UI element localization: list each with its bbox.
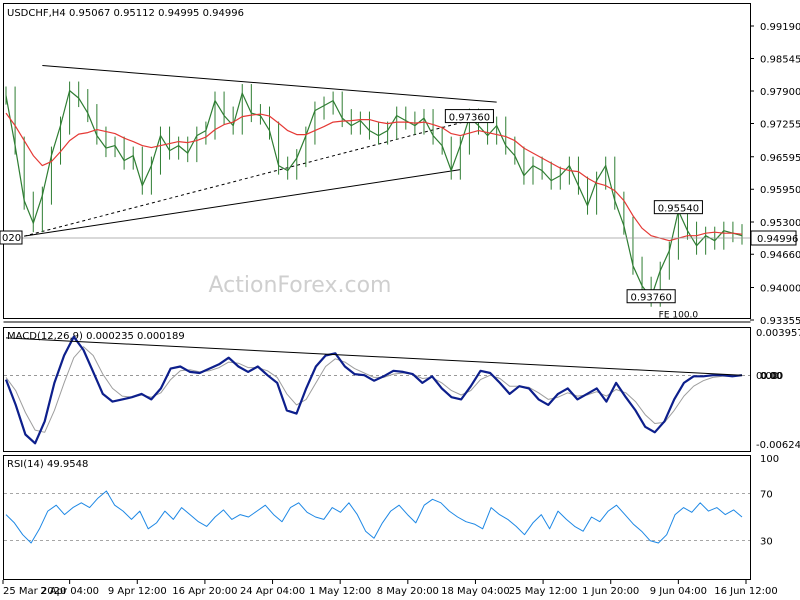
price-annotation-label: 0.97360: [449, 113, 490, 124]
rsi-y-tick-label: 70: [760, 489, 773, 500]
symbol-label: USDCHF,H4: [7, 8, 66, 19]
ma-line: [5, 112, 743, 242]
price-y-axis: 0.99190 0.98545 0.97900 0.97255 0.96595 0.959…: [750, 22, 800, 327]
price-annotation-label: 0.95540: [658, 204, 699, 215]
macd-y-tick-label: 0.003957: [756, 328, 800, 339]
ohlc-label: 0.95067 0.95112 0.94995 0.94996: [69, 8, 244, 19]
x-tick-label: 24 Apr 04:00: [240, 586, 305, 597]
macd-lines: [4, 335, 743, 445]
price-y-tick-label: 0.94000: [760, 284, 800, 295]
trendline: [24, 169, 461, 237]
price-y-tick-label: 0.96595: [760, 153, 800, 164]
rsi-title: RSI(14) 49.9548: [7, 459, 88, 470]
rsi-y-tick-label: 30: [760, 537, 773, 548]
trendline: [42, 65, 497, 103]
last-price-label: 0.94996: [757, 234, 798, 245]
price-y-tick-label: 0.99190: [760, 22, 800, 33]
price-y-tick-label: 0.98545: [760, 54, 800, 65]
price-trendlines: [24, 65, 497, 237]
price-y-tick-label: 0.94660: [760, 250, 800, 261]
price-annotations: 0.97360 0.95540 0.93760 FE 100.0: [444, 109, 703, 321]
x-tick-label: 2 Apr 04:00: [40, 586, 99, 597]
macd-title: MACD(12,26,9) 0.000235 0.000189: [7, 331, 185, 342]
watermark: ActionForex.com: [209, 273, 392, 298]
x-tick-label: 18 May 04:00: [441, 586, 510, 597]
macd-last-value: 0.00: [761, 371, 783, 382]
macd-trendline: [5, 337, 743, 376]
price-y-tick-label: 0.95950: [760, 185, 800, 196]
price-close-line: [5, 89, 743, 299]
x-axis: 25 Mar 20202 Apr 04:00 9 Apr 12:00 16 Apr …: [2, 580, 778, 597]
macd-panel-frame: [3, 327, 751, 452]
macd-main-line: [4, 335, 743, 445]
price-panel-frame: [3, 3, 751, 319]
price-y-tick-label: 0.97255: [760, 119, 800, 130]
rsi-lines: [5, 490, 743, 544]
x-tick-label: 16 Apr 20:00: [172, 586, 237, 597]
x-tick-label: 1 Jun 20:00: [582, 586, 639, 597]
x-tick-label: 16 Jun 12:00: [714, 586, 778, 597]
macd-signal-line: [5, 346, 743, 433]
x-tick-label: 9 Jun 04:00: [650, 586, 707, 597]
price-lines: [5, 89, 743, 299]
x-tick-label: 8 May 20:00: [377, 586, 439, 597]
rsi-line: [5, 490, 743, 544]
price-annotation-label: 0.93760: [630, 293, 671, 304]
rsi-y-axis: 100 70 30: [760, 454, 779, 548]
price-y-tick-label: 0.97900: [760, 87, 800, 98]
chart-svg: ActionForex.com USDCHF,H4 0.95067 0.9511…: [0, 3, 800, 597]
rsi-panel-frame: [3, 455, 751, 580]
rsi-y-tick-label: 100: [760, 454, 779, 465]
x-tick-label: 9 Apr 12:00: [108, 586, 167, 597]
x-tick-label: 25 May 12:00: [509, 586, 578, 597]
macd-y-axis: 0.0039570.00-0.0062480.000.00: [756, 328, 800, 451]
x-tick-label: 1 May 12:00: [309, 586, 371, 597]
left-price-label: 020: [2, 233, 21, 244]
price-y-tick-label: 0.95300: [760, 218, 800, 229]
price-annotation-label: FE 100.0: [659, 311, 699, 321]
price-y-tick-label: 0.93355: [760, 316, 800, 327]
macd-y-tick-label: -0.006248: [756, 440, 800, 451]
